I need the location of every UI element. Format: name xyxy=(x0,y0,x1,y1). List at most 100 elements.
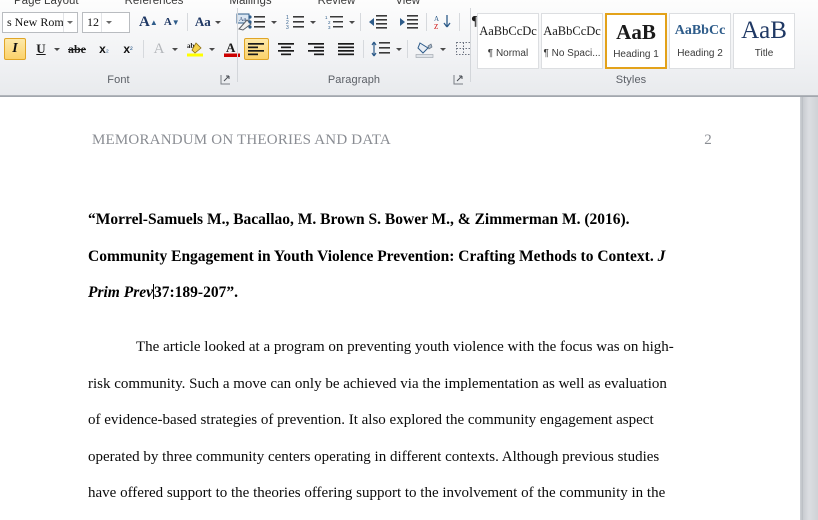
change-case-button[interactable]: Aa xyxy=(192,11,214,33)
citation-line-2-plain: Community Engagement in Youth Violence P… xyxy=(88,247,654,265)
vertical-scrollbar[interactable] xyxy=(803,97,818,520)
grow-font-button[interactable]: A ▲ xyxy=(136,11,161,33)
style-title-label: Title xyxy=(754,48,774,59)
paragraph-group: 1 2 3 1 2 3 A Z ¶ Paragraph xyxy=(238,5,479,87)
multilevel-list-icon: 1 2 3 xyxy=(325,15,343,30)
body-line-5: have offered support to the theories off… xyxy=(88,485,666,501)
body-line-4: operated by three community centers oper… xyxy=(88,448,660,465)
shrink-font-button[interactable]: A ▼ xyxy=(161,11,183,33)
line-spacing-button[interactable] xyxy=(368,38,394,60)
style-heading-2-preview: AaBbCc xyxy=(674,23,726,38)
dialog-launcher-icon xyxy=(453,75,463,85)
align-center-icon xyxy=(278,43,294,56)
superscript-button[interactable]: x² xyxy=(117,38,139,60)
paragraph-group-row-2 xyxy=(244,38,485,60)
citation-volume-pages: 37:189-207”. xyxy=(154,284,238,301)
font-name-dropdown-icon[interactable] xyxy=(62,12,77,32)
underline-button[interactable]: U xyxy=(30,38,52,60)
increase-indent-button[interactable] xyxy=(396,11,422,33)
numbering-icon: 1 2 3 xyxy=(286,15,304,30)
styles-group: AaBbCcDc ¶ Normal AaBbCcDc ¶ No Spaci...… xyxy=(471,5,818,87)
decrease-indent-button[interactable] xyxy=(365,11,391,33)
bullets-icon xyxy=(248,15,265,29)
style-normal-label: ¶ Normal xyxy=(487,48,529,59)
bullets-dropdown-icon[interactable] xyxy=(269,21,278,24)
ribbon-body: s New Rom 12 A ▲ A ▼ Aa Aa I U abe x ₂ x… xyxy=(0,5,818,87)
running-head: MEMORANDUM ON THEORIES AND DATA xyxy=(92,132,391,148)
align-left-button[interactable] xyxy=(244,38,269,60)
font-group-label: Font xyxy=(107,74,130,86)
style-no-spacing-preview: AaBbCcDc xyxy=(543,23,601,38)
underline-dropdown-icon[interactable] xyxy=(52,48,61,51)
page-number: 2 xyxy=(704,132,712,148)
paragraph-dialog-launcher[interactable] xyxy=(453,74,464,85)
justify-button[interactable] xyxy=(334,38,359,60)
citation-block[interactable]: “Morrel-Samuels M., Bacallao, M. Brown S… xyxy=(88,202,710,312)
strikethrough-button[interactable]: abe xyxy=(65,38,89,60)
text-effects-button: A xyxy=(153,40,165,57)
styles-gallery: AaBbCcDc ¶ Normal AaBbCcDc ¶ No Spaci...… xyxy=(477,13,797,69)
italic-button[interactable]: I xyxy=(4,38,26,60)
citation-line-3: Prim Prev37:189-207”. xyxy=(88,275,710,312)
shading-dropdown-icon[interactable] xyxy=(438,48,447,51)
body-paragraph[interactable]: The article looked at a program on preve… xyxy=(88,329,710,512)
body-line-3: of evidence-based strategies of preventi… xyxy=(88,412,654,428)
line-spacing-dropdown-icon[interactable] xyxy=(394,48,403,51)
svg-text:Z: Z xyxy=(434,23,438,30)
style-heading-2[interactable]: AaBbCc Heading 2 xyxy=(669,13,731,69)
style-heading-1[interactable]: AaB Heading 1 xyxy=(605,13,667,69)
align-center-button[interactable] xyxy=(274,38,299,60)
highlight-color-dropdown-icon[interactable] xyxy=(207,48,216,51)
highlighter-icon: ab xyxy=(187,42,203,57)
sort-icon: A Z xyxy=(434,15,451,30)
style-normal[interactable]: AaBbCcDc ¶ Normal xyxy=(477,13,539,69)
citation-line-2: Community Engagement in Youth Violence P… xyxy=(88,239,710,276)
text-effects-dropdown-icon xyxy=(170,48,179,51)
text-highlight-color-button[interactable]: ab xyxy=(183,38,207,60)
citation-journal-name: Prim Prev xyxy=(88,284,153,301)
shading-button[interactable] xyxy=(412,38,438,60)
document-page[interactable]: MEMORANDUM ON THEORIES AND DATA 2 “Morre… xyxy=(0,97,801,520)
line-spacing-icon xyxy=(371,41,390,57)
numbering-dropdown-icon[interactable] xyxy=(308,21,317,24)
align-right-icon xyxy=(308,43,324,56)
numbering-button[interactable]: 1 2 3 xyxy=(283,11,308,33)
justify-icon xyxy=(338,43,354,56)
body-line-1-text: The article looked at a program on preve… xyxy=(136,339,674,355)
font-size-value: 12 xyxy=(87,14,99,29)
body-line-1: The article looked at a program on preve… xyxy=(88,329,710,366)
style-normal-preview: AaBbCcDc xyxy=(479,23,537,38)
style-no-spacing[interactable]: AaBbCcDc ¶ No Spaci... xyxy=(541,13,603,69)
font-size-input[interactable]: 12 xyxy=(82,11,130,33)
citation-line-1: “Morrel-Samuels M., Bacallao, M. Brown S… xyxy=(88,211,630,228)
dialog-launcher-icon xyxy=(220,75,230,85)
subscript-button[interactable]: x₂ xyxy=(93,38,115,60)
ribbon: Page Layout References Mailings Review V… xyxy=(0,0,818,96)
svg-text:3: 3 xyxy=(328,25,331,30)
change-case-dropdown-icon[interactable] xyxy=(214,21,223,24)
font-dialog-launcher[interactable] xyxy=(220,74,231,85)
sort-button[interactable]: A Z xyxy=(431,11,455,33)
font-name-value: s New Rom xyxy=(7,14,63,29)
font-size-dropdown-icon[interactable] xyxy=(101,12,116,32)
align-right-button[interactable] xyxy=(304,38,329,60)
style-no-spacing-label: ¶ No Spaci... xyxy=(543,48,601,59)
font-name-input[interactable]: s New Rom xyxy=(2,11,78,33)
style-heading-2-label: Heading 2 xyxy=(677,48,723,59)
body-line-2: risk community. Such a move can only be … xyxy=(88,375,667,392)
font-group: s New Rom 12 A ▲ A ▼ Aa Aa I U abe x ₂ x… xyxy=(0,5,252,87)
document-area: MEMORANDUM ON THEORIES AND DATA 2 “Morre… xyxy=(0,97,818,520)
increase-indent-icon xyxy=(400,15,418,29)
align-left-icon xyxy=(248,43,264,56)
paragraph-group-row-1: 1 2 3 1 2 3 A Z ¶ xyxy=(244,11,486,33)
multilevel-list-dropdown-icon[interactable] xyxy=(347,21,356,24)
font-group-row-1: s New Rom 12 A ▲ A ▼ Aa Aa xyxy=(2,11,257,33)
bullets-button[interactable] xyxy=(244,11,269,33)
style-title[interactable]: AaB Title xyxy=(733,13,795,69)
style-heading-1-preview: AaB xyxy=(616,19,656,44)
document-header: MEMORANDUM ON THEORIES AND DATA 2 xyxy=(92,132,712,149)
font-group-row-2: I U abe x₂ x ² A ab A xyxy=(4,38,253,60)
style-heading-1-label: Heading 1 xyxy=(613,49,659,60)
multilevel-list-button[interactable]: 1 2 3 xyxy=(322,11,347,33)
shading-paint-bucket-icon xyxy=(415,42,434,58)
